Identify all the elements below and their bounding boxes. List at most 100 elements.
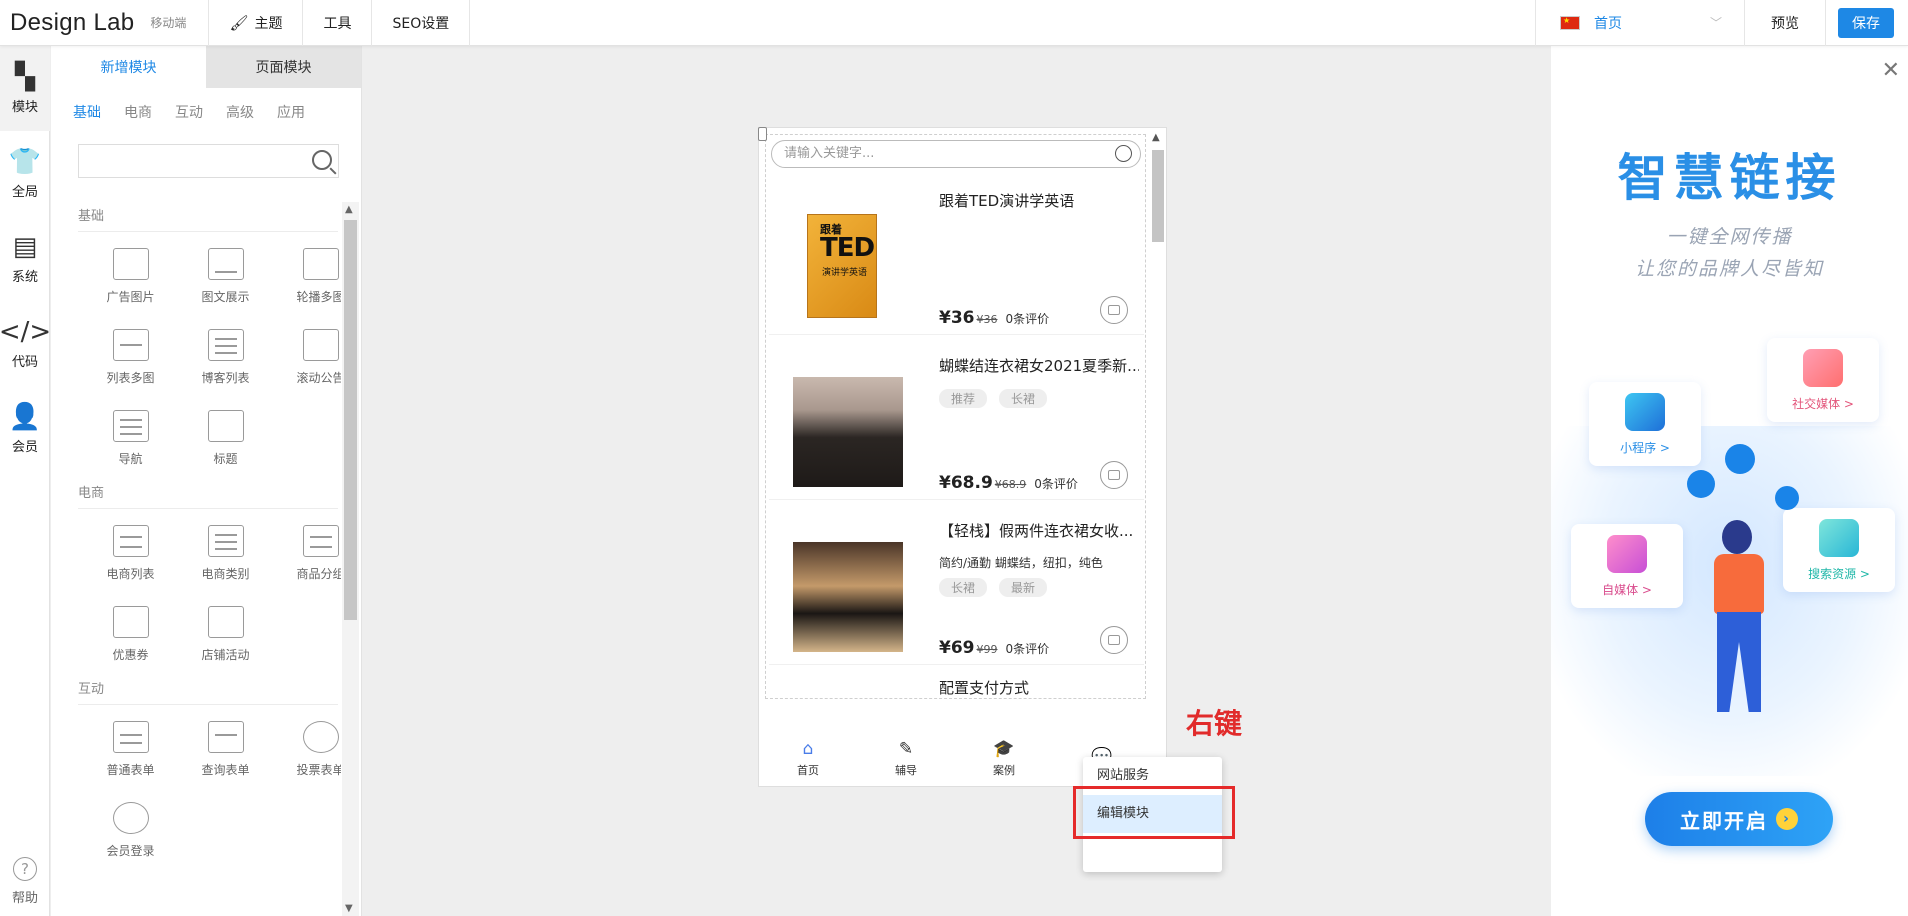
- promo-title: 智慧链接: [1617, 149, 1842, 207]
- close-icon[interactable]: ✕: [1882, 58, 1900, 83]
- highlight-box: [1073, 786, 1235, 839]
- tab-page-module[interactable]: 页面模块: [206, 46, 361, 88]
- title-icon: [207, 410, 244, 442]
- product-image: 跟着 TED 演讲学英语: [807, 214, 877, 318]
- module-tile[interactable]: 滚动公告: [273, 317, 341, 398]
- module-tile[interactable]: 轮播多图: [273, 236, 341, 317]
- category-basic[interactable]: 基础: [73, 102, 101, 122]
- review-count: 0条评价: [1034, 477, 1078, 491]
- tab-label: 辅导: [895, 763, 917, 777]
- page-select-value: 首页: [1594, 16, 1622, 32]
- scroll-down-icon: ▼: [345, 903, 353, 914]
- category-ecommerce[interactable]: 电商: [124, 102, 152, 122]
- book-cover-title: TED: [820, 233, 875, 263]
- self-media-card[interactable]: 自媒体 >: [1571, 524, 1683, 608]
- module-panel: 新增模块 页面模块 基础 电商 互动 高级 应用 基础 广告图片 图文展示 轮播…: [51, 46, 362, 916]
- tile-label: 列表多图: [106, 371, 155, 385]
- rail-item-global[interactable]: 👕 全局: [0, 131, 50, 216]
- cart-icon[interactable]: [1100, 461, 1128, 489]
- promo-subtitle: 让您的品牌人尽皆知: [1634, 258, 1824, 280]
- product-tag: 推荐: [939, 389, 988, 408]
- tile-label: 普通表单: [106, 763, 155, 777]
- save-button[interactable]: 保存: [1838, 8, 1894, 38]
- product-description: 简约/通勤 蝴蝶结，纽扣，纯色: [939, 556, 1103, 570]
- device-indicator[interactable]: 移动端: [150, 14, 767, 141]
- modules-icon: ▚: [15, 62, 35, 92]
- module-tile[interactable]: 电商列表: [83, 513, 178, 594]
- tab-add-module[interactable]: 新增模块: [51, 46, 206, 88]
- cart-icon[interactable]: [1100, 296, 1128, 324]
- preview-button[interactable]: 预览: [1745, 0, 1826, 46]
- tile-label: 会员登录: [106, 844, 155, 858]
- tab-tutoring[interactable]: ✎ 辅导: [857, 730, 955, 786]
- category-interactive[interactable]: 互动: [175, 102, 203, 122]
- nav-theme[interactable]: 🖌 主题: [209, 0, 304, 46]
- category-advanced[interactable]: 高级: [226, 102, 254, 122]
- module-tile[interactable]: 店铺活动: [178, 594, 273, 675]
- module-search-input[interactable]: [78, 144, 339, 178]
- cube-icon: [1625, 393, 1665, 431]
- start-now-button[interactable]: 立即开启 ›: [1645, 792, 1833, 846]
- scroll-up-icon: ▲: [1152, 132, 1160, 143]
- module-tile[interactable]: 标题: [178, 398, 273, 479]
- product-item[interactable]: 【轻栈】假两件连衣裙女收... 简约/通勤 蝴蝶结，纽扣，纯色 长裙 最新 ¥6…: [769, 500, 1144, 665]
- rail-label: 系统: [11, 270, 38, 285]
- help-label: 帮助: [11, 891, 38, 906]
- promo-panel: ✕ 智慧链接 一键全网传播 让您的品牌人尽皆知 小程序 > 社交媒体 > 自媒体…: [1551, 46, 1908, 916]
- multi-image-icon: [112, 329, 149, 361]
- rail-label: 会员: [11, 440, 38, 455]
- scroll-thumb[interactable]: [1152, 150, 1164, 242]
- phone-preview: 请输入关键字... ▲ 跟着 TED 演讲学英语 跟着TED演讲学英语 ¥36 ¥…: [758, 127, 1167, 787]
- social-media-card[interactable]: 社交媒体 >: [1767, 338, 1879, 422]
- module-tile[interactable]: 查询表单: [178, 709, 273, 790]
- help-button[interactable]: ? 帮助: [0, 857, 50, 906]
- product-price: ¥69 ¥99 0条评价: [939, 638, 1050, 658]
- device-label: 移动端: [150, 16, 187, 30]
- miniprogram-card[interactable]: 小程序 >: [1589, 382, 1701, 466]
- review-count: 0条评价: [1005, 312, 1050, 326]
- module-scrollbar[interactable]: ▲ ▼: [342, 202, 359, 916]
- category-tabs: 基础 电商 互动 高级 应用: [51, 88, 361, 136]
- product-group-icon: [302, 525, 339, 557]
- phone-scrollbar[interactable]: ▲: [1150, 132, 1164, 694]
- rail-item-modules[interactable]: ▚ 模块: [0, 46, 50, 131]
- module-tile[interactable]: 普通表单: [83, 709, 178, 790]
- tile-label: 优惠券: [112, 648, 149, 662]
- module-tile[interactable]: 图文展示: [178, 236, 273, 317]
- module-tile[interactable]: 会员登录: [83, 790, 178, 871]
- module-tile[interactable]: 列表多图: [83, 317, 178, 398]
- tile-label: 查询表单: [201, 763, 250, 777]
- product-item[interactable]: 跟着 TED 演讲学英语 跟着TED演讲学英语 ¥36 ¥36 0条评价: [769, 170, 1144, 335]
- nav-seo[interactable]: SEO设置: [372, 0, 471, 46]
- module-tile[interactable]: 导航: [83, 398, 178, 479]
- module-tile[interactable]: 博客列表: [178, 317, 273, 398]
- page-select[interactable]: 首页 ﹀: [1535, 0, 1745, 46]
- rail-item-code[interactable]: </> 代码: [0, 301, 51, 386]
- tab-home[interactable]: ⌂ 首页: [759, 730, 857, 786]
- category-apps[interactable]: 应用: [277, 102, 305, 122]
- rail-item-system[interactable]: ▤ 系统: [0, 216, 50, 301]
- module-tile[interactable]: 广告图片: [83, 236, 178, 317]
- search-resource-card[interactable]: 搜索资源 >: [1783, 508, 1895, 592]
- nav-tools[interactable]: 工具: [303, 0, 373, 46]
- module-tile[interactable]: 商品分组: [273, 513, 341, 594]
- module-tile[interactable]: 优惠券: [83, 594, 178, 675]
- product-tag: 长裙: [999, 389, 1048, 408]
- module-tile[interactable]: 电商类别: [178, 513, 273, 594]
- rail-item-member[interactable]: 👤 会员: [0, 386, 50, 471]
- product-item[interactable]: 配置支付方式: [769, 665, 1144, 725]
- product-name: 【轻栈】假两件连衣裙女收...: [939, 522, 1134, 540]
- person-figure: [1714, 554, 1764, 614]
- scroll-thumb[interactable]: [344, 220, 357, 620]
- cart-icon[interactable]: [1100, 626, 1128, 654]
- tile-label: 博客列表: [201, 371, 250, 385]
- annotation-label: 右键: [1186, 707, 1243, 740]
- module-tile[interactable]: 投票表单: [273, 709, 341, 790]
- tab-cases[interactable]: 🎓 案例: [955, 730, 1053, 786]
- book-cover-subtitle: 演讲学英语: [822, 268, 868, 278]
- tile-label: 电商类别: [201, 567, 250, 581]
- coupon-icon: [112, 606, 149, 638]
- product-item[interactable]: 蝴蝶结连衣裙女2021夏季新... 推荐 长裙 ¥68.9 ¥68.9 0条评价: [769, 335, 1144, 500]
- product-name: 配置支付方式: [939, 679, 1030, 697]
- phone-search-input[interactable]: 请输入关键字...: [771, 140, 1141, 168]
